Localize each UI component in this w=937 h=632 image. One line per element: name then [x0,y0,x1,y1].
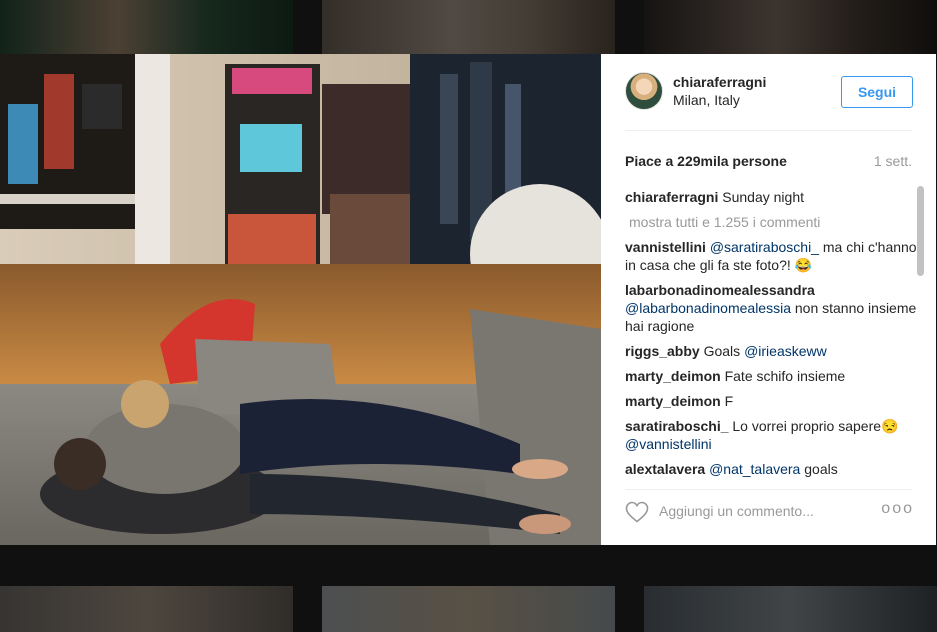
comment-username[interactable]: saratiraboschi_ [625,418,729,434]
divider [625,130,912,131]
list-item: vannistellini @saratiraboschi_ ma chi c'… [625,238,919,274]
comment-username[interactable]: chiaraferragni [625,189,718,205]
comments-list[interactable]: chiaraferragni Sunday night mostra tutti… [625,188,919,478]
comment-mention[interactable]: @irieaskeww [744,343,827,359]
post-header: chiaraferragni Milan, Italy Segui [625,72,913,114]
comments-scrollbar[interactable] [917,186,924,276]
comment-mention[interactable]: @saratiraboschi_ [710,239,819,255]
list-item: saratiraboschi_ Lo vorrei proprio sapere… [625,417,919,453]
list-item: riggs_abby Goals @irieaskeww [625,342,919,360]
grid-thumbnail[interactable] [644,586,937,632]
post-modal: chiaraferragni Milan, Italy Segui Piace … [0,54,937,545]
grid-thumbnail[interactable] [644,0,937,54]
post-timestamp: 1 sett. [873,153,912,169]
grid-thumbnail[interactable] [322,586,615,632]
heart-outline-icon[interactable] [625,501,649,523]
caption-text: Sunday night [722,189,804,205]
avatar[interactable] [625,72,663,110]
photo-illustration [0,54,601,545]
comment-username[interactable]: marty_deimon [625,393,721,409]
list-item: alextalavera @nat_talavera goals [625,460,919,478]
comment-username[interactable]: marty_deimon [625,368,721,384]
caption: chiaraferragni Sunday night [625,188,919,206]
likes-count[interactable]: Piace a 229mila persone [625,153,787,169]
divider [625,489,912,490]
comment-username[interactable]: vannistellini [625,239,706,255]
view-all-comments[interactable]: mostra tutti e 1.255 i commenti [625,213,919,231]
list-item: marty_deimon F [625,392,919,410]
grid-thumbnail[interactable] [322,0,615,54]
comment-input[interactable] [659,500,869,522]
comment-username[interactable]: labarbonadinomealessandra [625,282,815,298]
grid-thumbnail[interactable] [0,586,293,632]
comment-username[interactable]: riggs_abby [625,343,700,359]
post-location[interactable]: Milan, Italy [673,92,740,108]
post-username[interactable]: chiaraferragni [673,74,766,90]
comment-mention[interactable]: @vannistellini [625,436,712,452]
grid-thumbnail[interactable] [0,0,293,54]
comment-text: Fate schifo insieme [724,368,846,384]
post-details-panel: chiaraferragni Milan, Italy Segui Piace … [601,54,936,545]
list-item: labarbonadinomealessandra @labarbonadino… [625,281,919,335]
post-photo[interactable] [0,54,601,545]
comment-text: Goals [703,343,745,359]
comment-username[interactable]: alextalavera [625,461,705,477]
comment-mention[interactable]: @nat_talavera [709,461,800,477]
follow-button[interactable]: Segui [841,76,913,108]
comment-text: F [724,393,734,409]
view-all-comments-link[interactable]: mostra tutti e 1.255 i commenti [625,214,820,230]
more-options-icon[interactable]: ooo [881,500,914,518]
comment-text: Lo vorrei proprio sapere😒 [732,418,899,434]
list-item: marty_deimon Fate schifo insieme [625,367,919,385]
comment-mention[interactable]: @labarbonadinomealessia [625,300,791,316]
comment-text: goals [800,461,838,477]
